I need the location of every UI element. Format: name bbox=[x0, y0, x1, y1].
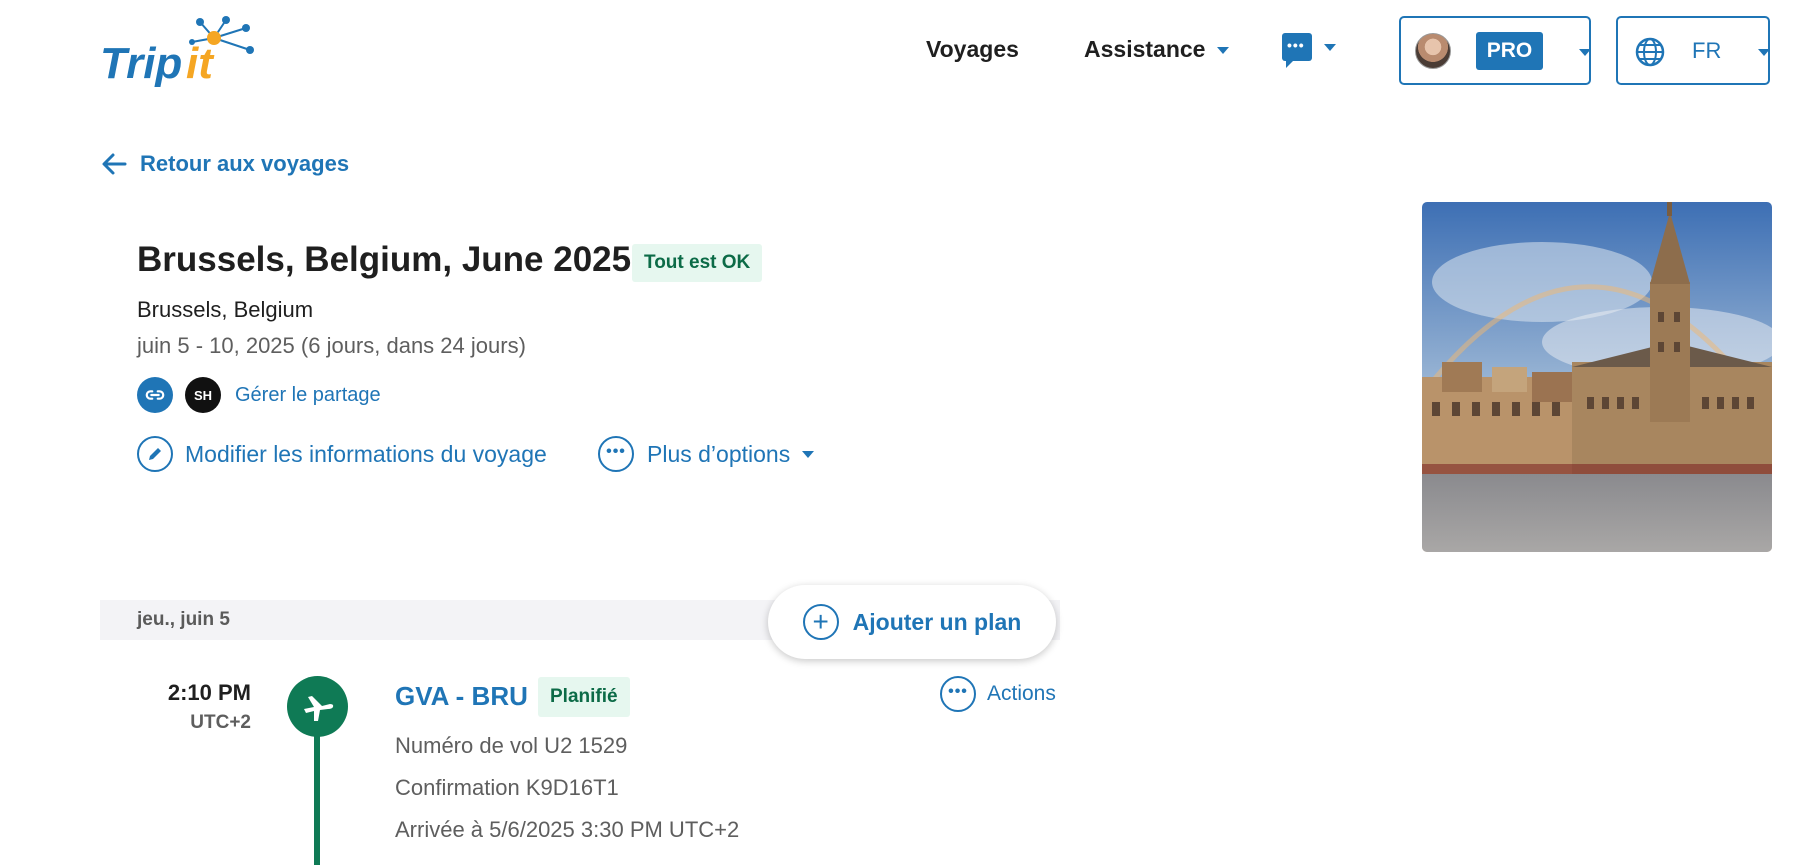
status-badge: Tout est OK bbox=[632, 244, 763, 282]
arrow-left-icon bbox=[102, 153, 127, 175]
language-code: FR bbox=[1692, 38, 1722, 63]
chevron-down-icon bbox=[802, 450, 815, 458]
airplane-icon bbox=[287, 676, 348, 737]
chevron-down-icon bbox=[1758, 49, 1770, 56]
manage-sharing-link[interactable]: Gérer le partage bbox=[235, 384, 381, 407]
destination-photo bbox=[1422, 202, 1772, 552]
trip-dates: juin 5 - 10, 2025 (6 jours, dans 24 jour… bbox=[137, 333, 526, 358]
pro-badge: PRO bbox=[1476, 32, 1543, 70]
share-row: SH Gérer le partage bbox=[137, 377, 381, 413]
nav-assistance-label: Assistance bbox=[1084, 36, 1206, 62]
link-icon bbox=[145, 390, 165, 400]
chat-icon: ••• bbox=[1282, 33, 1312, 68]
avatar bbox=[1415, 33, 1451, 69]
back-link-label: Retour aux voyages bbox=[140, 151, 350, 176]
chevron-down-icon bbox=[1324, 43, 1336, 51]
trip-location: Brussels, Belgium bbox=[137, 297, 314, 322]
svg-text:it: it bbox=[186, 39, 215, 88]
account-menu[interactable]: PRO bbox=[1399, 16, 1591, 85]
tripit-logo[interactable]: Trip it bbox=[100, 12, 260, 92]
flight-actions-button[interactable]: ••• Actions bbox=[940, 676, 1056, 712]
day-label: jeu., juin 5 bbox=[137, 609, 230, 630]
flight-status-badge: Planifié bbox=[538, 677, 630, 717]
globe-icon bbox=[1635, 37, 1665, 67]
edit-trip-button[interactable]: Modifier les informations du voyage bbox=[137, 436, 547, 472]
tripit-logo-mark: Trip it bbox=[100, 16, 254, 88]
actions-label: Actions bbox=[987, 682, 1056, 705]
messages-menu[interactable]: ••• bbox=[1282, 33, 1336, 68]
plus-circle-icon: + bbox=[802, 604, 839, 640]
more-dots-icon: ••• bbox=[940, 676, 976, 712]
add-plan-label: Ajouter un plan bbox=[852, 608, 1022, 635]
shared-user-avatar[interactable]: SH bbox=[185, 377, 221, 413]
page-title: Brussels, Belgium, June 2025 bbox=[137, 240, 632, 279]
flight-time: 2:10 PM bbox=[167, 680, 251, 705]
share-link-icon[interactable] bbox=[137, 377, 173, 413]
svg-text:Trip: Trip bbox=[100, 39, 182, 88]
back-to-trips-link[interactable]: Retour aux voyages bbox=[100, 150, 349, 178]
flight-route-link[interactable]: GVA - BRU bbox=[395, 681, 528, 712]
edit-trip-label: Modifier les informations du voyage bbox=[185, 440, 547, 467]
nav-voyages[interactable]: Voyages bbox=[926, 36, 1019, 63]
chevron-down-icon bbox=[1579, 49, 1591, 56]
chevron-down-icon bbox=[1217, 47, 1230, 55]
pencil-icon bbox=[137, 436, 173, 472]
nav-assistance[interactable]: Assistance bbox=[1084, 36, 1230, 63]
more-dots-icon: ••• bbox=[598, 436, 634, 472]
language-selector[interactable]: FR bbox=[1616, 16, 1770, 85]
timeline-line bbox=[314, 736, 320, 865]
arrival-info: Arrivée à 5/6/2025 3:30 PM UTC+2 bbox=[395, 817, 740, 842]
more-options-label: Plus d’options bbox=[647, 440, 791, 467]
flight-number: Numéro de vol U2 1529 bbox=[395, 733, 628, 758]
flight-timezone: UTC+2 bbox=[190, 712, 251, 733]
add-plan-button[interactable]: + Ajouter un plan bbox=[768, 585, 1056, 659]
confirmation-number: Confirmation K9D16T1 bbox=[395, 775, 619, 800]
more-options-button[interactable]: ••• Plus d’options bbox=[598, 436, 815, 472]
